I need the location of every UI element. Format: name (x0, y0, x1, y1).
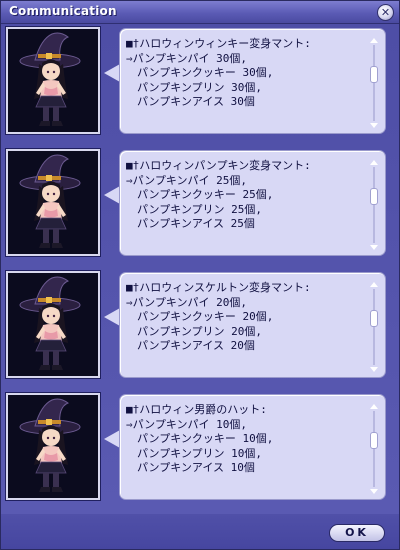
bubble-text: ■†ハロウィン男爵のハット: ⇒パンプキンパイ 10個, パンプキンクッキー 10… (126, 403, 366, 476)
scroll-track[interactable] (373, 289, 375, 365)
bubble-line: パンプキンクッキー 10個, (126, 432, 274, 445)
bubble-line: パンプキンプリン 30個, (126, 80, 263, 94)
speech-bubble-tail (104, 186, 120, 204)
bubble-line: ■†ハロウィンウィンキー変身マント: (126, 37, 311, 50)
scroll-track[interactable] (373, 411, 375, 487)
witch-portrait-icon (5, 392, 101, 501)
scroll-up-icon[interactable] (370, 160, 378, 165)
bubble-text: ■†ハロウィンパンプキン変身マント: ⇒パンプキンパイ 25個, パンプキンクッキ… (126, 159, 366, 232)
window-title: Communication (9, 4, 117, 18)
bubble-line: パンプキンプリン 10個, (126, 446, 263, 460)
bubble-line: パンプキンアイス 10個 (126, 461, 255, 474)
bubble-text: ■†ハロウィンウィンキー変身マント: ⇒パンプキンパイ 30個, パンプキンクッキ… (126, 37, 366, 110)
scroll-down-icon[interactable] (370, 123, 378, 128)
speech-bubble-tail (104, 64, 120, 82)
dialogue-entry: ■†ハロウィンウィンキー変身マント: ⇒パンプキンパイ 30個, パンプキンクッキ… (1, 24, 399, 144)
bubble-line: パンプキンアイス 30個 (126, 95, 255, 108)
scroll-thumb[interactable] (370, 188, 378, 205)
bubble-line: ⇒パンプキンパイ 20個, (126, 295, 248, 309)
witch-portrait-icon (5, 26, 101, 135)
dialogue-entry: ■†ハロウィンパンプキン変身マント: ⇒パンプキンパイ 25個, パンプキンクッキ… (1, 146, 399, 266)
bubble-line: ⇒パンプキンパイ 10個, (126, 417, 248, 431)
dialogue-entry: ■†ハロウィン男爵のハット: ⇒パンプキンパイ 10個, パンプキンクッキー 10… (1, 390, 399, 510)
bubble-line: パンプキンクッキー 20個, (126, 310, 274, 323)
bubble-line: ⇒パンプキンパイ 25個, (126, 173, 248, 187)
speech-bubble: ■†ハロウィンパンプキン変身マント: ⇒パンプキンパイ 25個, パンプキンクッキ… (119, 150, 386, 256)
close-icon[interactable]: ✕ (377, 4, 394, 21)
speech-bubble: ■†ハロウィンウィンキー変身マント: ⇒パンプキンパイ 30個, パンプキンクッキ… (119, 28, 386, 134)
bubble-line: ■†ハロウィンパンプキン変身マント: (126, 159, 311, 172)
bubble-scrollbar[interactable] (369, 160, 379, 250)
scroll-down-icon[interactable] (370, 245, 378, 250)
scroll-down-icon[interactable] (370, 367, 378, 372)
speech-bubble-tail (104, 308, 120, 326)
bubble-text: ■†ハロウィンスケルトン変身マント: ⇒パンプキンパイ 20個, パンプキンクッキ… (126, 281, 366, 354)
bubble-line: パンプキンアイス 20個 (126, 339, 255, 352)
communication-window: Communication ✕ ■†ハロウィンウィンキー変身マント: ⇒パンプキ… (0, 0, 400, 550)
scroll-up-icon[interactable] (370, 404, 378, 409)
bubble-line: パンプキンプリン 25個, (126, 202, 263, 216)
scroll-track[interactable] (373, 167, 375, 243)
bubble-scrollbar[interactable] (369, 404, 379, 494)
scroll-up-icon[interactable] (370, 282, 378, 287)
scroll-thumb[interactable] (370, 66, 378, 83)
scroll-track[interactable] (373, 45, 375, 121)
witch-portrait-icon (5, 270, 101, 379)
bubble-scrollbar[interactable] (369, 282, 379, 372)
speech-bubble: ■†ハロウィンスケルトン変身マント: ⇒パンプキンパイ 20個, パンプキンクッキ… (119, 272, 386, 378)
scroll-thumb[interactable] (370, 310, 378, 327)
bubble-line: ■†ハロウィンスケルトン変身マント: (126, 281, 311, 294)
speech-bubble-tail (104, 430, 120, 448)
bubble-line: パンプキンアイス 25個 (126, 217, 255, 230)
scroll-up-icon[interactable] (370, 38, 378, 43)
dialog-content: ■†ハロウィンウィンキー変身マント: ⇒パンプキンパイ 30個, パンプキンクッキ… (1, 24, 399, 514)
bubble-line: パンプキンプリン 20個, (126, 324, 263, 338)
witch-portrait-icon (5, 148, 101, 257)
bubble-scrollbar[interactable] (369, 38, 379, 128)
footer-bar: OK (1, 514, 399, 549)
title-bar[interactable]: Communication ✕ (1, 1, 399, 24)
bubble-line: ■†ハロウィン男爵のハット: (126, 403, 267, 416)
bubble-line: パンプキンクッキー 25個, (126, 188, 274, 201)
speech-bubble: ■†ハロウィン男爵のハット: ⇒パンプキンパイ 10個, パンプキンクッキー 10… (119, 394, 386, 500)
scroll-down-icon[interactable] (370, 489, 378, 494)
dialogue-entry: ■†ハロウィンスケルトン変身マント: ⇒パンプキンパイ 20個, パンプキンクッキ… (1, 268, 399, 388)
scroll-thumb[interactable] (370, 432, 378, 449)
ok-button[interactable]: OK (329, 524, 385, 542)
bubble-line: パンプキンクッキー 30個, (126, 66, 274, 79)
bubble-line: ⇒パンプキンパイ 30個, (126, 51, 248, 65)
